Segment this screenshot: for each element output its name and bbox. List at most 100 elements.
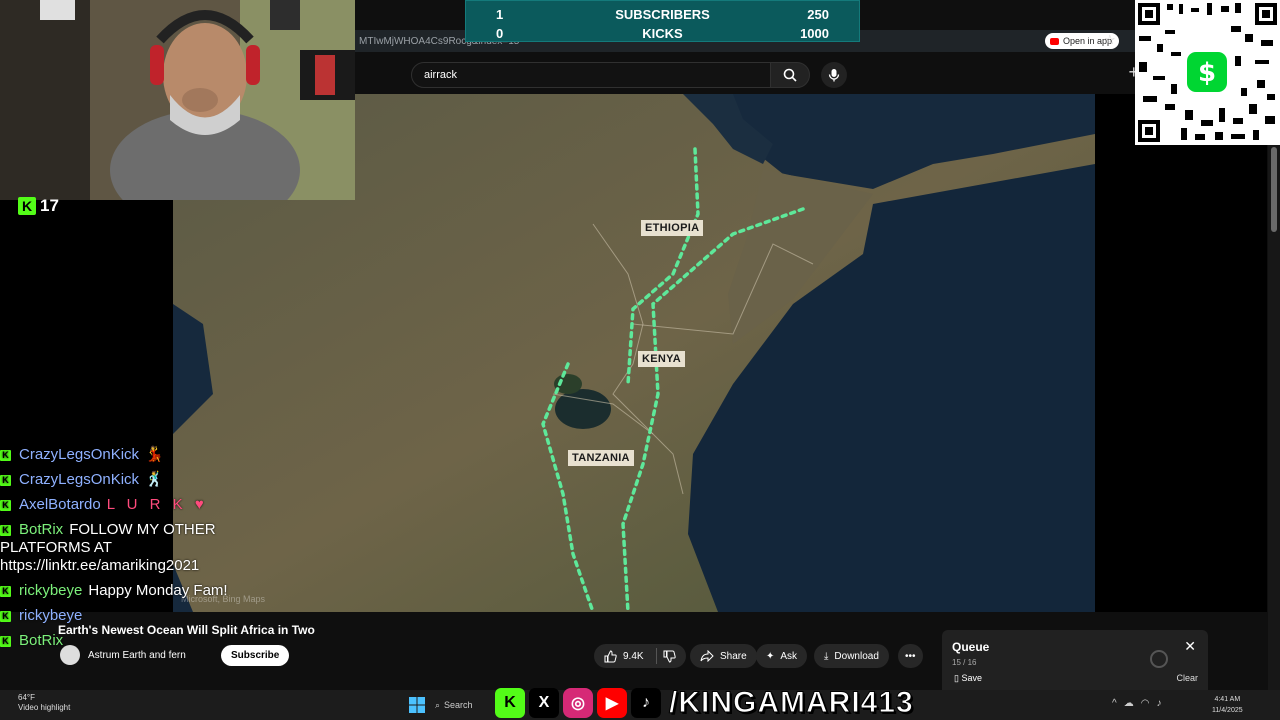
download-icon: ⤓ — [824, 650, 829, 662]
kick-badge-icon: K — [0, 500, 11, 511]
chat-username: rickybeye — [19, 607, 83, 624]
queue-title: Queue — [952, 640, 990, 654]
thumbs-up-icon — [604, 649, 617, 662]
kick-badge-icon: K — [0, 525, 11, 536]
sparkle-icon: ✦ — [766, 650, 775, 662]
kick-badge-icon: K — [0, 636, 11, 647]
socials-overlay: K X ◎ ▶ ♪ /KINGAMARI413 — [495, 686, 914, 720]
qr-code-image: $ — [1135, 0, 1280, 145]
voice-search-button[interactable] — [821, 62, 847, 88]
youtube-icon — [1049, 37, 1059, 45]
microphone-icon — [828, 69, 840, 82]
taskbar-search-label: Search — [444, 700, 473, 710]
dancing-emote-icon: 🕺 — [145, 471, 164, 488]
youtube-masthead: airrack + — [355, 52, 1139, 94]
like-divider — [655, 648, 657, 664]
viewer-count-value: 17 — [40, 196, 59, 215]
search-icon: ⌕ — [435, 699, 441, 710]
search-button[interactable] — [770, 62, 810, 88]
queue-clear-button[interactable]: Clear — [1176, 673, 1198, 683]
chat-message: Krickybeye Happy Monday Fam! — [0, 582, 250, 600]
cashapp-qr-code: $ — [1135, 0, 1280, 145]
screen: MTIwMjWHOA4Cs9Rocg&index=15 Open in app … — [0, 0, 1280, 720]
taskbar-clock[interactable]: 4:41 AM 11/4/2025 — [1212, 694, 1243, 716]
share-label: Share — [720, 650, 747, 662]
chat-username: BotRix — [19, 521, 64, 538]
kick-badge-icon: K — [0, 475, 11, 486]
more-dots-icon: ••• — [905, 650, 916, 662]
queue-count: 15 / 16 — [952, 658, 977, 667]
clock-date: 11/4/2025 — [1212, 707, 1243, 714]
goal-panel: 1 SUBSCRIBERS 250 0 KICKS 1000 — [465, 0, 860, 42]
svg-text:$: $ — [1198, 58, 1216, 88]
scrollbar-thumb[interactable] — [1271, 147, 1277, 232]
weather-desc: Video highlight — [18, 703, 71, 712]
dancing-emote-icon: 💃 — [145, 446, 164, 463]
queue-save-button[interactable]: ▯ Save — [954, 673, 982, 684]
tiktok-icon: ♪ — [631, 688, 661, 718]
cloud-icon: ☁ — [1123, 698, 1141, 709]
chat-message: K CrazyLegsOnKick 💃 — [0, 446, 250, 464]
search-icon — [783, 68, 797, 82]
kick-badge-icon: K — [0, 586, 11, 597]
more-actions-button[interactable]: ••• — [898, 644, 923, 668]
like-count: 9.4K — [623, 650, 644, 662]
chat-username: rickybeye — [19, 582, 83, 599]
kicks-goal: 1000 — [800, 26, 829, 41]
weather-temp: 64°F — [18, 693, 35, 702]
search-input[interactable]: airrack — [411, 62, 771, 88]
chat-text: L U R K ♥ — [106, 496, 208, 513]
like-button[interactable]: 9.4K — [594, 644, 686, 668]
video-side-panel — [1095, 94, 1267, 612]
queue-save-label: Save — [961, 673, 982, 683]
system-tray[interactable]: ^☁◠♪ — [1112, 698, 1168, 709]
ethiopia-label: ETHIOPIA — [641, 220, 704, 236]
youtube-icon: ▶ — [597, 688, 627, 718]
chat-message: K BotRix FOLLOW MY OTHER PLATFORMS AT http… — [0, 521, 250, 575]
share-button[interactable]: Share — [690, 644, 757, 668]
stream-goal-overlay: 1 SUBSCRIBERS 250 0 KICKS 1000 — [355, 0, 1135, 42]
thumbs-down-icon[interactable] — [663, 650, 676, 663]
queue-panel: Queue 15 / 16 ▯ Save Clear ✕ — [942, 630, 1208, 690]
kick-icon: K — [495, 688, 525, 718]
chat-username: AxelBotardo — [19, 496, 101, 513]
chat-username: CrazyLegsOnKick — [19, 446, 140, 463]
windows-start-icon[interactable] — [409, 697, 425, 713]
kicks-goal-row: 0 KICKS 1000 — [466, 23, 859, 42]
download-button[interactable]: ⤓ Download — [814, 644, 889, 668]
ask-button[interactable]: ✦ Ask — [756, 644, 808, 668]
kick-badge-icon: K — [0, 611, 11, 622]
instagram-icon: ◎ — [563, 688, 593, 718]
bookmark-star-icon[interactable]: ☆ — [1104, 32, 1116, 48]
wifi-icon[interactable]: ◠ — [1141, 698, 1157, 709]
x-icon: X — [529, 688, 559, 718]
chat-message: Krickybeye — [0, 607, 250, 625]
chat-username: BotRix — [19, 632, 64, 649]
subscribers-goal: 250 — [807, 7, 829, 22]
chat-text: Happy Monday Fam! — [88, 582, 228, 599]
streamer-handle: /KINGAMARI413 — [669, 686, 914, 720]
download-label: Download — [834, 650, 879, 662]
clock-time: 4:41 AM — [1214, 696, 1241, 703]
subscribers-label: SUBSCRIBERS — [615, 7, 710, 22]
subscribers-goal-row: 1 SUBSCRIBERS 250 — [466, 4, 859, 23]
ask-label: Ask — [780, 650, 798, 662]
chevron-up-icon[interactable]: ^ — [1112, 698, 1124, 709]
kenya-label: KENYA — [638, 351, 685, 367]
webcam-image — [0, 0, 355, 200]
chat-message: K CrazyLegsOnKick 🕺 — [0, 471, 250, 489]
taskbar-search[interactable]: ⌕ Search — [435, 695, 495, 715]
volume-icon[interactable]: ♪ — [1156, 698, 1168, 709]
webcam-feed — [0, 0, 355, 200]
chat-username: CrazyLegsOnKick — [19, 471, 140, 488]
kick-viewer-count: K 17 — [18, 196, 59, 216]
share-icon — [700, 650, 714, 662]
page-scrollbar[interactable] — [1268, 145, 1280, 690]
weather-widget[interactable]: 64°F Video highlight — [18, 693, 70, 713]
close-icon[interactable]: ✕ — [1184, 638, 1196, 655]
chat-message: K BotRix — [0, 632, 250, 650]
kick-badge-icon: K — [0, 450, 11, 461]
queue-loop-toggle[interactable] — [1150, 650, 1168, 668]
tanzania-label: TANZANIA — [568, 450, 634, 466]
kick-logo-icon: K — [18, 197, 36, 215]
